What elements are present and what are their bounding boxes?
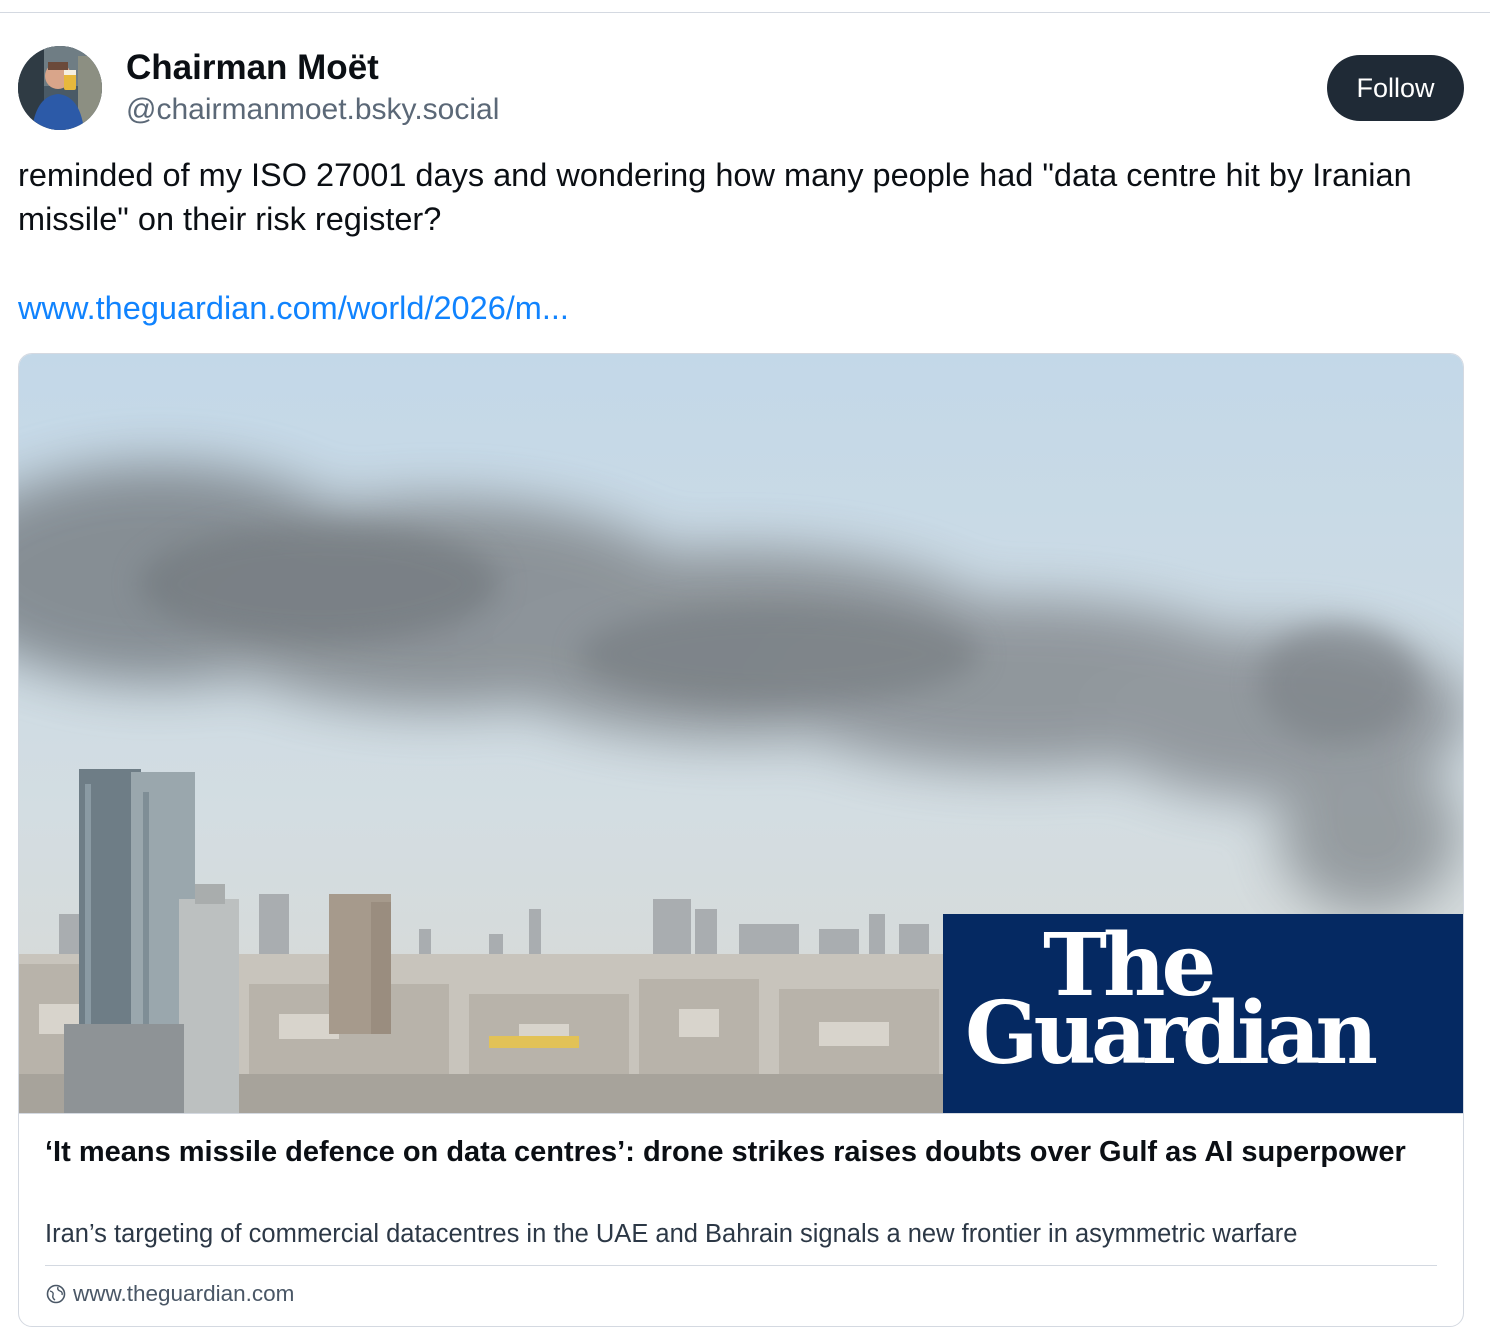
card-description: Iran’s targeting of commercial datacentr… bbox=[45, 1220, 1298, 1248]
card-domain-text: www.theguardian.com bbox=[73, 1281, 295, 1306]
card-thumbnail: The Guardian bbox=[19, 354, 1463, 1114]
post-link[interactable]: www.theguardian.com/world/2026/m... bbox=[18, 286, 569, 330]
follow-button[interactable]: Follow bbox=[1327, 55, 1464, 121]
avatar-photo bbox=[18, 46, 102, 130]
author-handle[interactable]: @chairmanmoet.bsky.social bbox=[126, 90, 499, 130]
avatar[interactable] bbox=[18, 46, 102, 130]
card-divider bbox=[45, 1265, 1437, 1266]
link-preview-card[interactable]: The Guardian ‘It means missile defence o… bbox=[18, 353, 1464, 1327]
author-name[interactable]: Chairman Moët bbox=[126, 46, 379, 90]
card-title: ‘It means missile defence on data centre… bbox=[45, 1136, 1406, 1168]
logo-text-guardian: Guardian bbox=[965, 983, 1378, 1084]
globe-icon bbox=[46, 1284, 66, 1304]
post-text: reminded of my ISO 27001 days and wonder… bbox=[18, 157, 1412, 237]
card-domain: www.theguardian.com bbox=[45, 1278, 294, 1310]
post: Chairman Moët @chairmanmoet.bsky.social … bbox=[0, 0, 1490, 1334]
guardian-logo: The Guardian bbox=[943, 914, 1463, 1113]
